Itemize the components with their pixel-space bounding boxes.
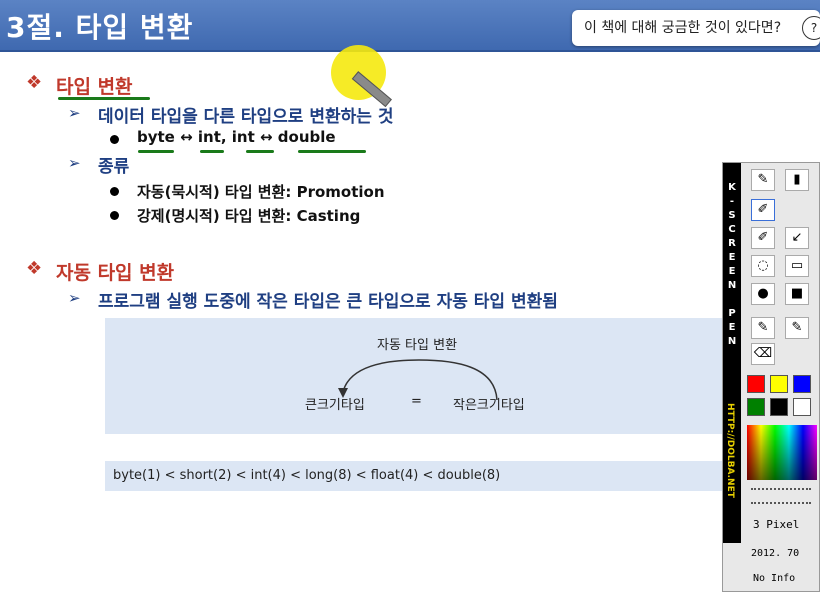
kinds-heading: 종류 [98,157,130,177]
diagram-caption: 자동 타입 변환 [377,338,458,353]
color-swatch-red[interactable] [747,375,765,393]
large-type-label: 큰크기타입 [305,398,365,413]
color-swatch-white[interactable] [793,398,811,416]
question-button[interactable]: 이 책에 대해 궁금한 것이 있다면? ? [572,10,820,46]
kscreen-pen-url: HTTP://DOLBA.NET [725,403,735,498]
type-size-order: byte(1) < short(2) < int(4) < long(8) < … [105,461,725,491]
pen-size-label: 3 Pixel [753,518,800,531]
eraser-icon[interactable]: ⌫ [751,343,775,365]
pen-annotation-underline [200,150,224,153]
conversion-diagram: 자동 타입 변환 큰크기타입 = 작은크기타입 [105,318,725,434]
pen-tool-icon[interactable]: ✎ [751,169,775,191]
dot-bullet-icon [110,187,119,196]
diamond-bullet-icon: ❖ [26,72,43,93]
version-label: 2012. 70 [751,548,800,559]
dot-bullet-icon [110,211,119,220]
color-swatch-blue[interactable] [793,375,811,393]
arrow-pen-icon[interactable]: ↙ [785,227,809,249]
rect-pen-icon[interactable]: ▭ [785,255,809,277]
conversion-examples: byte ↔ int, int ↔ double [137,128,336,146]
help-icon: ? [802,16,820,40]
color-swatch-green[interactable] [747,398,765,416]
pencil-icon[interactable]: ✎ [751,317,775,339]
color-spectrum-picker[interactable] [747,425,817,480]
kscreen-pen-sidebar: K - S C R E E N P E N HTTP://DOLBA.NET [723,163,741,543]
kind-promotion: 자동(묵시적) 타입 변환: Promotion [137,183,385,201]
arrow-bullet-icon: ➢ [68,289,81,307]
fill-circle-icon[interactable]: ● [751,283,775,305]
pen-annotation-underline [58,97,150,100]
kscreen-pen-panel: K - S C R E E N P E N HTTP://DOLBA.NET ✎… [722,162,820,592]
line-pen-icon[interactable]: ✐ [751,227,775,249]
color-swatch-black[interactable] [770,398,788,416]
auto-conversion-description: 프로그램 실행 도중에 작은 타입은 큰 타입으로 자동 타입 변환됨 [98,292,558,312]
small-type-label: 작은크기타입 [453,398,525,413]
circle-pen-icon[interactable]: ◌ [751,255,775,277]
info-label: No Info [753,573,796,584]
section-heading-auto-conversion: 자동 타입 변환 [56,262,175,284]
arrow-bullet-icon: ➢ [68,104,81,122]
thin-pen-icon[interactable]: ✐ [751,199,775,221]
section-heading-type-conversion: 타입 변환 [56,76,133,98]
definition-text: 데이터 타입을 다른 타입으로 변환하는 것 [98,107,394,127]
color-swatch-yellow[interactable] [770,375,788,393]
highlighter-icon[interactable]: ✎ [785,317,809,339]
question-button-label: 이 책에 대해 궁금한 것이 있다면? [584,20,782,36]
diamond-bullet-icon: ❖ [26,258,43,279]
pen-annotation-underline [246,150,274,153]
slide-title: 3절. 타입 변환 [6,11,194,44]
arrow-bullet-icon: ➢ [68,154,81,172]
fill-rect-icon[interactable]: ■ [785,283,809,305]
pen-annotation-underline [298,150,366,153]
pen-annotation-underline [138,150,174,153]
marker-tool-icon[interactable]: ▮ [785,169,809,191]
pen-size-slider[interactable] [751,488,811,504]
kscreen-pen-brand: K - S C R E E N P E N [727,182,737,347]
kind-casting: 강제(명시적) 타입 변환: Casting [137,207,361,225]
dot-bullet-icon [110,135,119,144]
equals-sign: = [411,394,422,409]
